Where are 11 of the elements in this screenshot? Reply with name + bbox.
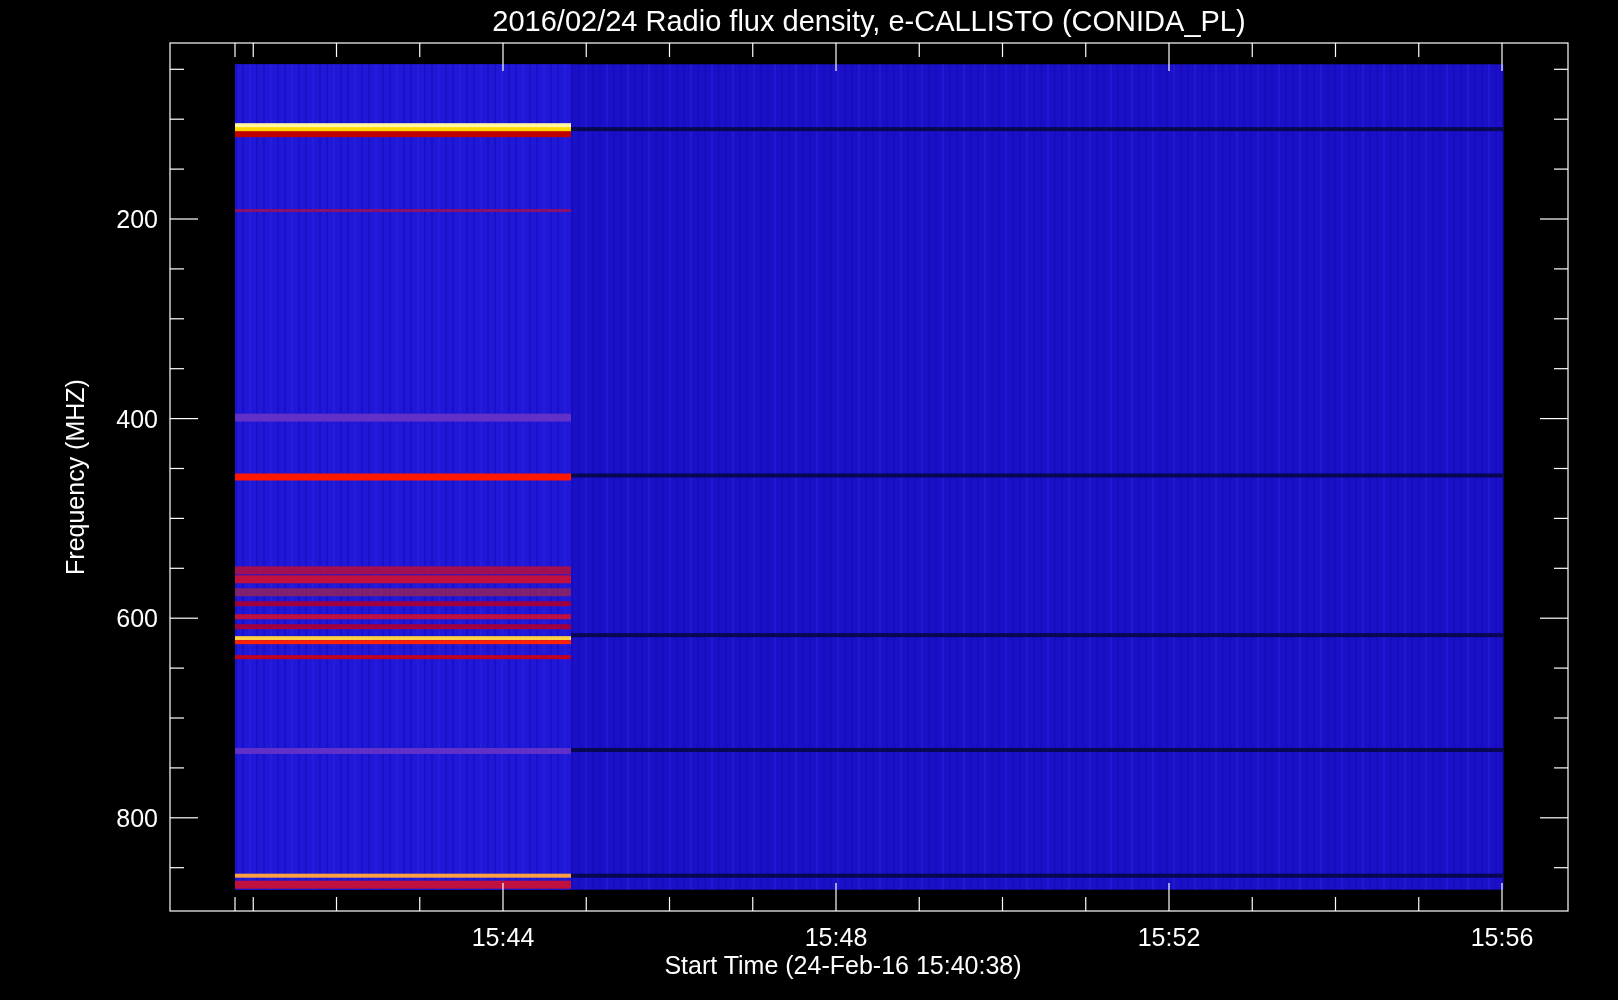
y-tick-label: 200 xyxy=(116,205,158,233)
y-tick-label: 800 xyxy=(116,803,158,832)
x-tick-label: 15:56 xyxy=(1470,923,1534,951)
x-tick-label: 15:48 xyxy=(804,923,868,951)
x-axis-label: Start Time (24-Feb-16 15:40:38) xyxy=(664,951,1022,979)
chart-title: 2016/02/24 Radio flux density, e-CALLISTO (CONIDA_PL) xyxy=(492,5,1246,37)
y-axis-label: Frequency (MHZ) xyxy=(61,379,89,575)
x-tick-label: 15:52 xyxy=(1137,923,1201,951)
x-tick-label: 15:44 xyxy=(471,923,535,951)
y-tick-label: 600 xyxy=(116,604,158,633)
y-tick-label: 400 xyxy=(116,404,158,433)
